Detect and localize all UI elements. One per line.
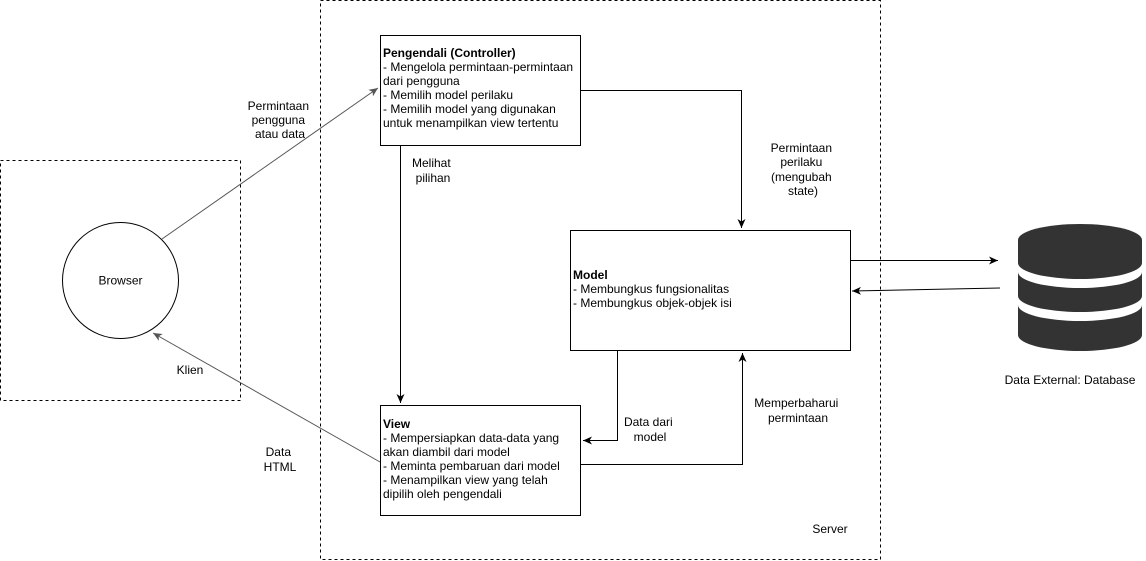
edge-model-to-view	[583, 351, 618, 445]
edge-label-view-selection: Melihat pilihan	[412, 156, 454, 185]
model-title: Model	[573, 268, 608, 282]
server-label: Server	[812, 522, 847, 536]
controller-line-2: - Memilih model perilaku	[383, 88, 514, 102]
browser-label: Browser	[98, 274, 142, 288]
edge-label-html-data: Data HTML	[264, 445, 297, 474]
mvc-diagram: Browser Klien Server Pengendali (Control…	[0, 0, 1142, 560]
model-line-2: - Membungkus objek-objek isi	[573, 296, 732, 310]
view-title: View	[383, 417, 411, 431]
edge-database-to-model	[851, 286, 1001, 295]
edge-view-to-model	[581, 353, 747, 465]
edge-controller-to-model	[581, 90, 746, 228]
database-icon	[1018, 224, 1142, 351]
controller-title: Pengendali (Controller)	[383, 46, 516, 60]
view-line-3: - Menampilkan view yang telah dipilih ol…	[383, 473, 548, 501]
controller-line-3: - Memilih model yang digunakan untuk men…	[383, 102, 559, 130]
edge-label-user-request: Permintaan pengguna atau data	[248, 99, 313, 141]
edge-label-behavior-request: Permintaan perilaku (mengubah state)	[771, 141, 836, 198]
edge-view-to-browser	[152, 332, 381, 463]
view-line-1: - Mempersiapkan data-data yang akan diam…	[383, 431, 560, 459]
view-line-2: - Meminta pembaruan dari model	[383, 459, 560, 473]
controller-line-1: - Mengelola permintaan-permintaan dari p…	[383, 60, 574, 88]
model-line-1: - Membungkus fungsionalitas	[573, 282, 730, 296]
database-label: Data External: Database	[1005, 373, 1136, 387]
edge-label-update-request: Memperbaharui permintaan	[754, 396, 841, 425]
edge-label-data-from-model: Data dari model	[624, 415, 676, 444]
client-label: Klien	[177, 363, 204, 377]
